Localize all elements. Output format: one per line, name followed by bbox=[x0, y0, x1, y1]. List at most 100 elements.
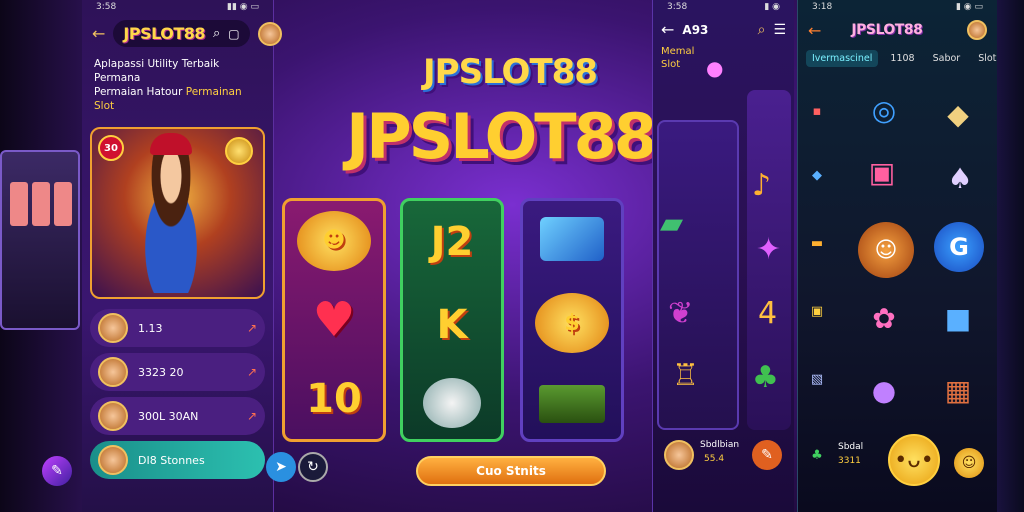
avatar bbox=[98, 401, 128, 431]
tab-sabor[interactable]: Sabor bbox=[927, 50, 967, 67]
tagline: Aplapassi Utility Terbaik Permana Permai… bbox=[82, 53, 273, 117]
category-tabs: Ivermascinel 1108 Sabor Slot bbox=[798, 46, 997, 71]
tab-slot[interactable]: Slot bbox=[972, 50, 1002, 67]
arrow-icon: ↗ bbox=[246, 365, 257, 379]
chest-small-icon: ▣ bbox=[810, 303, 824, 319]
screen-title: A93 bbox=[682, 22, 709, 37]
profile-avatar[interactable] bbox=[967, 20, 987, 40]
frame-icon[interactable]: ▣ bbox=[862, 152, 902, 192]
top-bar: ← A93 ⌕ ☰ bbox=[653, 14, 794, 45]
edit-icon[interactable]: ✎ bbox=[752, 440, 782, 470]
fox-character-icon[interactable]: ☺ bbox=[858, 222, 914, 278]
pink-charm-icon: ❦ bbox=[668, 296, 694, 331]
slot-reel-1: ☻ ♥ 10 bbox=[282, 198, 386, 442]
chest-symbol bbox=[539, 385, 605, 423]
gold-bar-icon: ▬ bbox=[810, 235, 824, 251]
refresh-icon[interactable]: ↻ bbox=[298, 452, 328, 482]
list-item[interactable]: 3323 20 ↗ bbox=[90, 353, 265, 391]
avatar bbox=[98, 445, 128, 475]
character-illustration bbox=[126, 143, 216, 293]
avatar bbox=[98, 357, 128, 387]
crate-icon[interactable]: ▦ bbox=[938, 370, 978, 410]
green-flag-icon: ▰ bbox=[660, 206, 684, 241]
heart-symbol: ♥ bbox=[312, 291, 356, 348]
status-time: 3:18 bbox=[812, 2, 833, 12]
spin-button[interactable]: Cuo Stnits bbox=[416, 456, 606, 486]
hero-banner[interactable]: 30 bbox=[90, 127, 265, 299]
k-symbol: K bbox=[436, 301, 468, 348]
list-item-label: 300L 30AN bbox=[138, 409, 199, 423]
blue-coin-icon[interactable]: ◎ bbox=[864, 90, 904, 130]
main-logo: JPSLOT88 bbox=[346, 100, 657, 173]
search-icon[interactable]: ⌕ bbox=[758, 22, 766, 38]
goat-symbol bbox=[423, 377, 481, 428]
hero-badge: 30 bbox=[98, 135, 124, 161]
search-icon[interactable]: ⌕ bbox=[213, 26, 220, 41]
arrow-icon: ↗ bbox=[246, 321, 257, 335]
phone-screen-home: 3:58 ▮▮ ◉ ▭ ← JPSLOT88 ⌕ ▢ Aplapassi Uti… bbox=[82, 0, 282, 512]
status-icons: ▮▮ ◉ ▭ bbox=[227, 2, 259, 12]
clover-icon: ♣ bbox=[811, 447, 823, 463]
pig-icon[interactable]: ● bbox=[864, 370, 904, 410]
status-icons: ▮ ◉ ▭ bbox=[955, 2, 983, 12]
j-symbol: J2 bbox=[430, 219, 474, 266]
bird-icon[interactable]: ♠ bbox=[940, 158, 980, 198]
tab-ivermascinel[interactable]: Ivermascinel bbox=[806, 50, 879, 67]
avatar bbox=[98, 313, 128, 343]
star-icon: ✦ bbox=[756, 232, 782, 267]
app-logo: JPSLOT88 bbox=[123, 24, 206, 43]
tagline-line-1: Aplapassi Utility Terbaik Permana bbox=[94, 58, 220, 84]
player-name: Sbdal bbox=[838, 442, 864, 452]
player-value: 3311 bbox=[838, 456, 861, 466]
red-box-icon: ▪ bbox=[812, 103, 822, 119]
cta-list-item[interactable]: DI8 Stonnes bbox=[90, 441, 265, 479]
hat-icon bbox=[150, 133, 192, 155]
back-arrow-icon[interactable]: ← bbox=[92, 24, 105, 43]
flower-pot-icon[interactable]: ✿ bbox=[864, 298, 904, 338]
plant-icon: ♣ bbox=[752, 360, 779, 395]
bell-icon: ♪ bbox=[752, 168, 772, 203]
avatar bbox=[664, 440, 694, 470]
smiley-button[interactable]: •ᴗ• bbox=[888, 434, 940, 486]
list-item[interactable]: 300L 30AN ↗ bbox=[90, 397, 265, 435]
section-title: Memal bbox=[661, 46, 695, 57]
emoji-icon[interactable]: ☺ bbox=[954, 448, 984, 478]
tab-1108[interactable]: 1108 bbox=[884, 50, 920, 67]
list-item[interactable]: 1.13 ↗ bbox=[90, 309, 265, 347]
status-bar: 3:58 ▮▮ ◉ ▭ bbox=[82, 0, 273, 14]
tagline-line-2: Permaian Hatour Permainan Slot bbox=[94, 85, 261, 113]
g-badge-icon[interactable]: G bbox=[934, 222, 984, 272]
background-right bbox=[994, 0, 1024, 512]
header-pill: JPSLOT88 ⌕ ▢ bbox=[113, 20, 250, 47]
gem-cube-icon[interactable]: ■ bbox=[938, 298, 978, 338]
blue-gem-icon: ◆ bbox=[812, 167, 822, 183]
back-arrow-icon[interactable]: ← bbox=[661, 20, 674, 39]
slot-reel-3: $ bbox=[520, 198, 624, 442]
section-subtitle: Slot bbox=[661, 59, 681, 70]
coin-icon bbox=[225, 137, 253, 165]
list-item-label: DI8 Stonnes bbox=[138, 453, 205, 467]
slot-reel-2: J2 K bbox=[400, 198, 504, 442]
cheese-icon[interactable]: ◆ bbox=[938, 94, 978, 134]
goblet-icon: ♖ bbox=[672, 358, 699, 393]
coin-face-symbol: ☻ bbox=[297, 210, 371, 271]
number-four-icon: 4 bbox=[758, 296, 778, 331]
top-bar: ← JPSLOT88 bbox=[798, 14, 997, 46]
slot-machine-decoration bbox=[0, 150, 80, 330]
list-item-label: 3323 20 bbox=[138, 365, 184, 379]
status-time: 3:58 bbox=[96, 2, 117, 12]
gold-coin-symbol: $ bbox=[535, 293, 609, 353]
tagline-text: Permaian Hatour bbox=[94, 86, 186, 98]
player-value: 55.4 bbox=[704, 454, 725, 464]
chat-icon[interactable]: ▢ bbox=[228, 27, 239, 41]
pen-icon[interactable]: ✎ bbox=[42, 456, 72, 486]
back-arrow-icon[interactable]: ← bbox=[808, 21, 821, 40]
status-bar: 3:18 ▮ ◉ ▭ bbox=[798, 0, 997, 14]
top-bar: ← JPSLOT88 ⌕ ▢ bbox=[82, 14, 282, 53]
menu-icon[interactable]: ☰ bbox=[773, 22, 786, 38]
cube-small-icon: ▧ bbox=[810, 371, 824, 387]
send-icon[interactable]: ➤ bbox=[266, 452, 296, 482]
secondary-logo: JPSLOT88 bbox=[423, 52, 598, 92]
arrow-icon: ↗ bbox=[246, 409, 257, 423]
profile-avatar[interactable] bbox=[257, 21, 282, 46]
